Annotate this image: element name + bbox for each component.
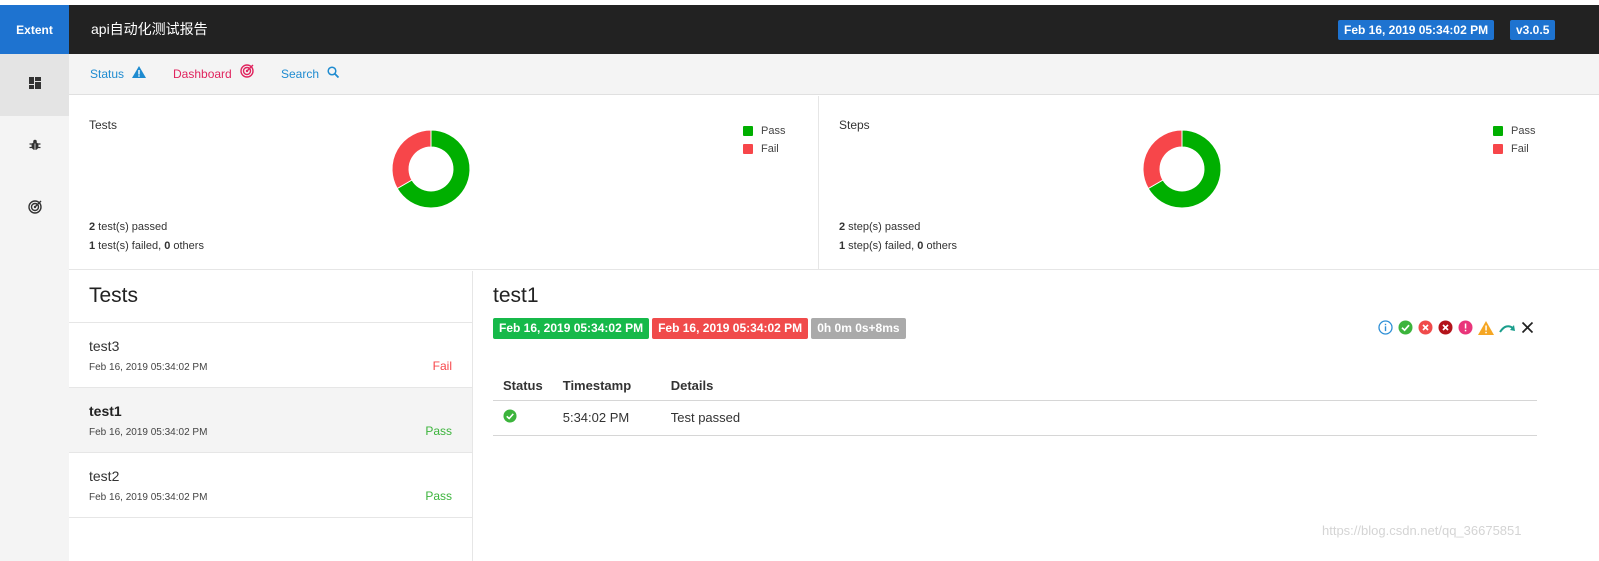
tests-failed-summary: 1 test(s) failed, 0 others (89, 240, 204, 252)
fail-swatch (1493, 144, 1503, 154)
status-filter-link[interactable]: Status (90, 54, 147, 95)
legend-label: Pass (761, 125, 786, 137)
dashboard-link-label: Dashboard (173, 67, 232, 81)
steps-panel-title: Steps (839, 118, 870, 132)
legend-label: Pass (1511, 125, 1536, 137)
summary-text: step(s) failed, (845, 240, 918, 252)
duration-badge: 0h 0m 0s+8ms (811, 318, 906, 339)
search-link[interactable]: Search (281, 54, 340, 95)
steps-legend: Pass Fail (1493, 122, 1535, 158)
summary-text: others (170, 240, 204, 252)
test-time: Feb 16, 2019 05:34:02 PM (89, 492, 208, 503)
report-timestamp-badge: Feb 16, 2019 05:34:02 PM (1338, 20, 1495, 40)
details-cell: Test passed (660, 400, 1537, 436)
test-detail-title: test1 (493, 284, 539, 307)
dashboard-icon (28, 76, 41, 94)
status-cell (493, 400, 553, 436)
steps-failed-summary: 1 step(s) failed, 0 others (839, 240, 957, 252)
legend-item-fail: Fail (1493, 140, 1535, 158)
table-row: 5:34:02 PM Test passed (493, 400, 1537, 436)
steps-donut-chart (1142, 129, 1222, 209)
test-list-item-test1[interactable]: test1 Feb 16, 2019 05:34:02 PM Pass (69, 388, 472, 453)
report-name: api自动化测试报告 (91, 21, 208, 37)
tests-donut-chart (391, 129, 471, 209)
summary-text: others (923, 240, 958, 252)
test-log-table: Status Timestamp Details 5:34:02 PM Test… (493, 372, 1537, 436)
donut-slice-fail (1142, 129, 1183, 190)
status-badge: Pass (425, 489, 452, 503)
sidebar-item-dashboard-view[interactable] (0, 178, 69, 240)
tests-passed-summary: 2 test(s) passed (89, 221, 167, 233)
test-list-item-test2[interactable]: test2 Feb 16, 2019 05:34:02 PM Pass (69, 453, 472, 518)
start-time-badge: Feb 16, 2019 05:34:02 PM (493, 318, 650, 339)
dashboard-target-icon (27, 199, 42, 219)
version-badge: v3.0.5 (1510, 20, 1556, 40)
search-link-label: Search (281, 67, 320, 81)
tests-legend: Pass Fail (743, 122, 785, 158)
test-name: test2 (89, 468, 120, 484)
sub-navbar: Status Dashboard Search (69, 54, 1599, 95)
legend-label: Fail (1511, 143, 1529, 155)
dashboard-link[interactable]: Dashboard (173, 54, 254, 95)
test-detail-panel: test1 Feb 16, 2019 05:34:02 PM Feb 16, 2… (474, 271, 1599, 561)
watermark: https://blog.csdn.net/qq_36675851 (1322, 523, 1522, 538)
table-header-row: Status Timestamp Details (493, 372, 1537, 401)
end-time-badge: Feb 16, 2019 05:34:02 PM (652, 318, 809, 339)
top-navbar: Extent api自动化测试报告 Feb 16, 2019 05:34:02 … (0, 5, 1599, 54)
sidebar-item-test-view[interactable] (0, 54, 69, 116)
test-time-badges: Feb 16, 2019 05:34:02 PM Feb 16, 2019 05… (493, 318, 906, 339)
sidebar-item-category-view[interactable] (0, 116, 69, 178)
test-time: Feb 16, 2019 05:34:02 PM (89, 362, 208, 373)
column-header: Details (660, 372, 1537, 401)
brand-logo[interactable]: Extent (0, 5, 69, 54)
summary-text: step(s) passed (845, 221, 921, 233)
column-header: Timestamp (552, 372, 661, 401)
pass-swatch (1493, 126, 1503, 136)
warning-filter-icon[interactable] (1478, 320, 1494, 335)
check-circle-icon (503, 409, 517, 426)
bug-icon (29, 138, 41, 156)
dashboard-target-icon (240, 54, 254, 95)
test-name: test3 (89, 338, 120, 354)
fail-swatch (743, 144, 753, 154)
test-list-item-test3[interactable]: test3 Feb 16, 2019 05:34:02 PM Fail (69, 323, 472, 388)
test-list: Tests test3 Feb 16, 2019 05:34:02 PM Fai… (69, 271, 473, 561)
steps-passed-summary: 2 step(s) passed (839, 221, 920, 233)
test-name: test1 (89, 403, 122, 419)
status-badge: Fail (432, 359, 452, 373)
legend-item-fail: Fail (743, 140, 785, 158)
pass-filter-icon[interactable] (1398, 320, 1413, 335)
summary-text: test(s) failed, (95, 240, 165, 252)
timestamp-cell: 5:34:02 PM (552, 400, 661, 436)
column-header: Status (493, 372, 553, 401)
steps-summary-panel: Steps Pass Fail 2 step(s) passed 1 step(… (819, 96, 1599, 270)
status-link-label: Status (90, 67, 125, 81)
skip-filter-icon[interactable] (1499, 322, 1516, 334)
test-list-heading: Tests (69, 271, 472, 323)
donut-slice-fail (391, 129, 432, 190)
legend-item-pass: Pass (743, 122, 785, 140)
warning-icon (132, 54, 147, 95)
tests-panel-title: Tests (89, 118, 118, 132)
fatal-filter-icon[interactable] (1438, 320, 1453, 335)
tests-summary-panel: Tests Pass Fail 2 test(s) passed 1 test(… (69, 96, 818, 270)
status-filter-icons (1378, 320, 1534, 335)
info-icon[interactable] (1378, 320, 1393, 335)
status-badge: Pass (425, 424, 452, 438)
legend-item-pass: Pass (1493, 122, 1535, 140)
pass-swatch (743, 126, 753, 136)
legend-label: Fail (761, 143, 779, 155)
clear-filter-icon[interactable] (1521, 321, 1534, 334)
side-nav (0, 54, 69, 561)
error-filter-icon[interactable] (1458, 320, 1473, 335)
summary-text: test(s) passed (95, 221, 168, 233)
fail-filter-icon[interactable] (1418, 320, 1433, 335)
search-icon (327, 54, 340, 95)
test-time: Feb 16, 2019 05:34:02 PM (89, 427, 208, 438)
